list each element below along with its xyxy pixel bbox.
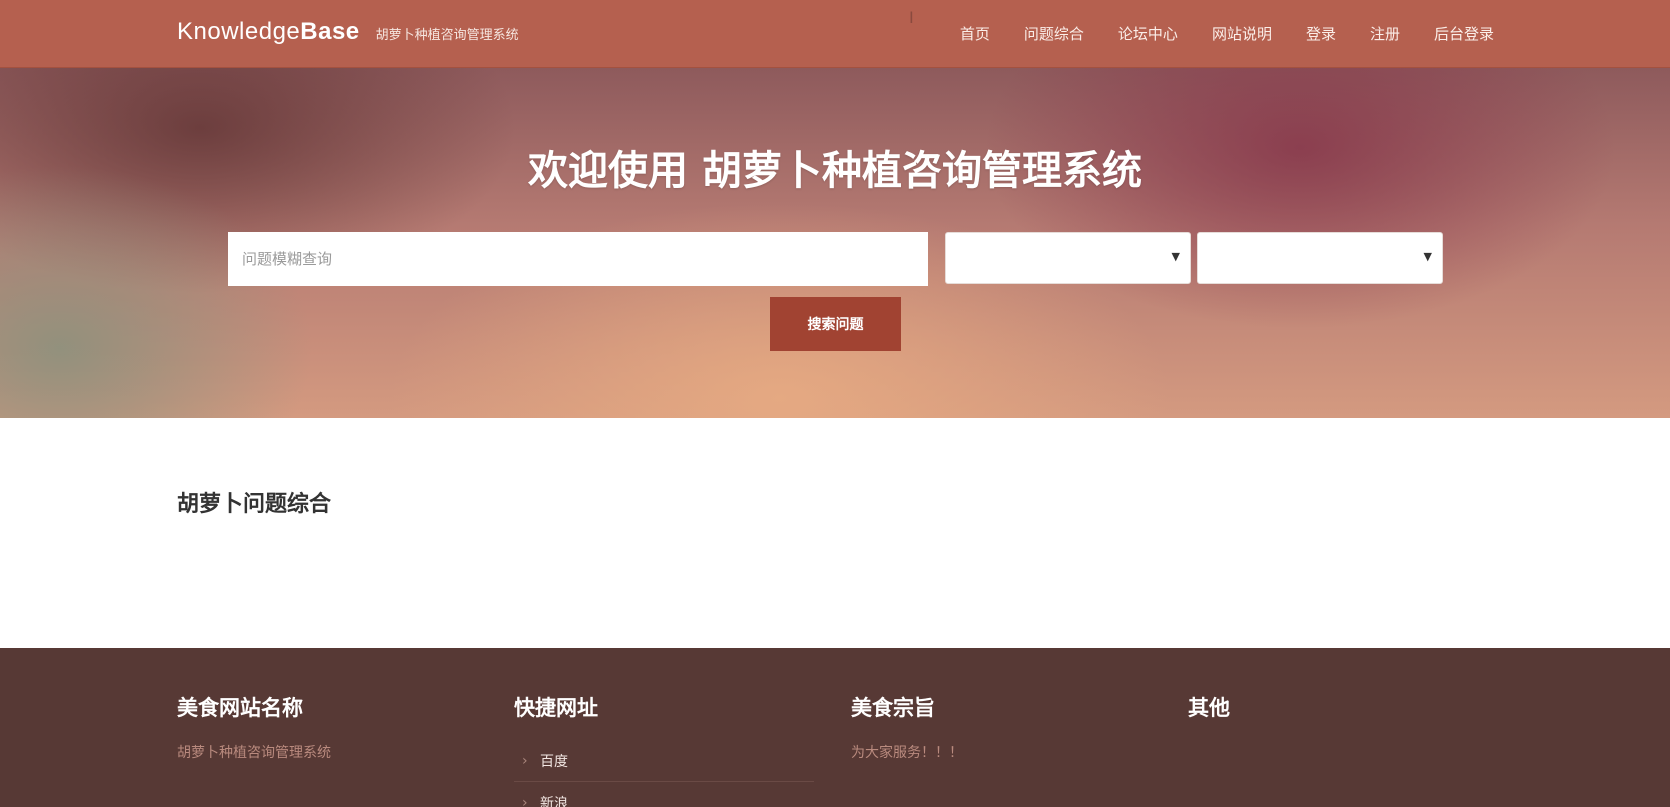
- footer-site-name-text: 胡萝卜种植咨询管理系统: [177, 745, 331, 761]
- footer-mission-text: 为大家服务！！！: [851, 745, 963, 761]
- nav-site-info[interactable]: 网站说明: [1195, 0, 1289, 68]
- chevron-right-icon: ›: [522, 794, 528, 807]
- footer-link-label: 新浪: [540, 795, 568, 807]
- main-nav: 首页 问题综合 论坛中心 网站说明 登录 注册 后台登录: [943, 0, 1494, 68]
- brand-subtitle: 胡萝卜种植咨询管理系统: [375, 28, 519, 43]
- nav-login[interactable]: 登录: [1289, 0, 1353, 68]
- chevron-right-icon: ›: [522, 752, 528, 769]
- hero-banner: 欢迎使用 胡萝卜种植咨询管理系统 ▼ ▼ 搜索问题: [0, 68, 1670, 418]
- site-footer: 美食网站名称 胡萝卜种植咨询管理系统 快捷网址 › 百度 › 新浪 美食宗旨 为…: [0, 648, 1670, 807]
- footer-link-sina[interactable]: › 新浪: [514, 782, 814, 807]
- footer-heading: 美食宗旨: [851, 696, 935, 720]
- footer-heading: 其他: [1188, 696, 1230, 720]
- category-select-one[interactable]: ▼: [945, 232, 1191, 284]
- nav-forum[interactable]: 论坛中心: [1101, 0, 1195, 68]
- nav-register[interactable]: 注册: [1353, 0, 1417, 68]
- footer-link-baidu[interactable]: › 百度: [514, 740, 814, 782]
- quick-links-list: › 百度 › 新浪: [514, 740, 814, 807]
- text-cursor-icon: I: [909, 8, 914, 27]
- brand-word-bold: Base: [300, 18, 360, 45]
- category-select-two[interactable]: ▼: [1197, 232, 1443, 284]
- nav-home[interactable]: 首页: [943, 0, 1007, 68]
- footer-heading: 快捷网址: [514, 696, 598, 720]
- section-title: 胡萝卜问题综合: [177, 492, 332, 517]
- footer-col-quick-links: 快捷网址 › 百度 › 新浪: [514, 692, 814, 807]
- question-search-input[interactable]: [228, 232, 928, 286]
- footer-col-other: 其他: [1188, 692, 1488, 722]
- search-question-button[interactable]: 搜索问题: [770, 297, 901, 351]
- footer-heading: 美食网站名称: [177, 696, 303, 720]
- footer-col-mission: 美食宗旨 为大家服务！！！: [851, 692, 1151, 762]
- chevron-down-icon: ▼: [1423, 250, 1432, 263]
- footer-col-site-name: 美食网站名称 胡萝卜种植咨询管理系统: [177, 692, 477, 762]
- footer-link-label: 百度: [540, 753, 568, 770]
- brand-logo[interactable]: Knowledge Base 胡萝卜种植咨询管理系统: [177, 18, 519, 50]
- top-navbar: Knowledge Base 胡萝卜种植咨询管理系统 I 首页 问题综合 论坛中…: [0, 0, 1670, 68]
- hero-title: 欢迎使用 胡萝卜种植咨询管理系统: [528, 148, 1142, 194]
- nav-questions[interactable]: 问题综合: [1007, 0, 1101, 68]
- nav-admin-login[interactable]: 后台登录: [1417, 0, 1494, 68]
- chevron-down-icon: ▼: [1171, 250, 1180, 263]
- brand-word-light: Knowledge: [177, 18, 301, 45]
